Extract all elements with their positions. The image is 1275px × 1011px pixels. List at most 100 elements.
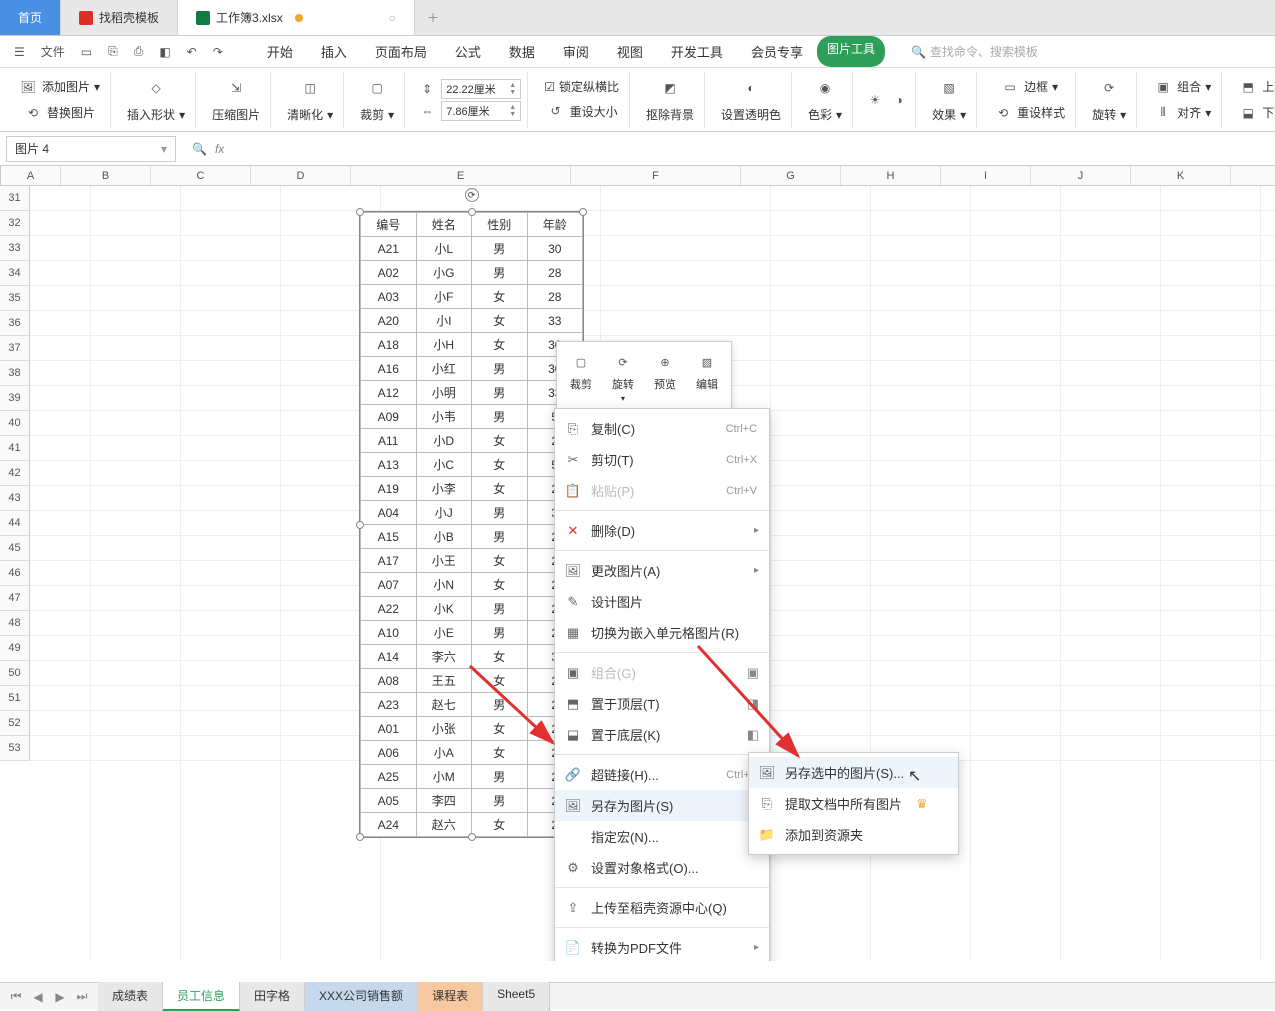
- insert-shape-button[interactable]: 插入形状▾: [123, 104, 189, 125]
- lock-ratio-checkbox[interactable]: ☑锁定纵横比: [540, 76, 623, 97]
- row-header[interactable]: 42: [0, 461, 30, 486]
- print-preview-icon[interactable]: ◧: [153, 41, 176, 63]
- ctx-send-back[interactable]: ⬓置于底层(K)◧: [555, 719, 769, 750]
- crop-button[interactable]: 裁剪▾: [356, 104, 398, 125]
- row-header[interactable]: 45: [0, 536, 30, 561]
- mini-preview-button[interactable]: ⊕预览: [645, 346, 685, 407]
- sheet-prev-icon[interactable]: ◀: [28, 987, 48, 1007]
- ctx-format-obj[interactable]: ⚙设置对象格式(O)...: [555, 852, 769, 883]
- height-input[interactable]: 22.22厘米▲▼: [441, 79, 521, 99]
- menu-formula[interactable]: 公式: [441, 36, 495, 67]
- col-header-B[interactable]: B: [61, 166, 151, 185]
- sub-extract-all[interactable]: ⎘提取文档中所有图片♛: [749, 788, 958, 819]
- row-header[interactable]: 48: [0, 611, 30, 636]
- ctx-save-as-pic[interactable]: 🖼另存为图片(S)▸: [555, 790, 769, 821]
- col-header-C[interactable]: C: [151, 166, 251, 185]
- sub-save-selected[interactable]: 🖼另存选中的图片(S)...: [749, 757, 958, 788]
- ctx-design-pic[interactable]: ✎设计图片: [555, 586, 769, 617]
- ctx-copy[interactable]: ⎘复制(C)Ctrl+C: [555, 413, 769, 444]
- home-tab[interactable]: 首页: [0, 0, 61, 35]
- ctx-bring-front[interactable]: ⬒置于顶层(T)◨: [555, 688, 769, 719]
- resize-handle[interactable]: [356, 208, 364, 216]
- row-header[interactable]: 39: [0, 386, 30, 411]
- sheet-tab[interactable]: 成绩表: [98, 982, 163, 1011]
- sheet-tab[interactable]: 课程表: [418, 982, 483, 1011]
- embedded-picture[interactable]: ⟳ 编号姓名性别年龄A21小L男30A02小G男28A03小F女28A20小I女…: [359, 211, 584, 838]
- sheet-last-icon[interactable]: ⏭: [72, 987, 92, 1007]
- row-header[interactable]: 44: [0, 511, 30, 536]
- ctx-change-pic[interactable]: 🖼更改图片(A)▸: [555, 555, 769, 586]
- mini-crop-button[interactable]: ▢裁剪: [561, 346, 601, 407]
- col-header-G[interactable]: G: [741, 166, 841, 185]
- col-header-I[interactable]: I: [941, 166, 1031, 185]
- ctx-assign-macro[interactable]: 指定宏(N)...: [555, 821, 769, 852]
- command-search[interactable]: 🔍 查找命令、搜索模板: [901, 39, 1048, 64]
- ctx-to-pdf[interactable]: 📄转换为PDF文件▸: [555, 932, 769, 961]
- row-header[interactable]: 40: [0, 411, 30, 436]
- replace-image-button[interactable]: ⟲替换图片: [19, 101, 99, 125]
- col-header-F[interactable]: F: [571, 166, 741, 185]
- resize-handle[interactable]: [468, 833, 476, 841]
- resize-handle[interactable]: [356, 521, 364, 529]
- sheet-first-icon[interactable]: ⏮: [6, 987, 26, 1007]
- spreadsheet-grid[interactable]: 3132333435363738394041424344454647484950…: [0, 186, 1275, 961]
- row-header[interactable]: 53: [0, 736, 30, 761]
- col-header-L[interactable]: L: [1231, 166, 1275, 185]
- bring-forward-button[interactable]: ⬒上移一层▾: [1234, 75, 1275, 99]
- sheet-tab[interactable]: 田字格: [240, 982, 305, 1011]
- resize-handle[interactable]: [468, 208, 476, 216]
- name-box[interactable]: 图片 4 ▾: [6, 136, 176, 162]
- menu-data[interactable]: 数据: [495, 36, 549, 67]
- col-header-E[interactable]: E: [351, 166, 571, 185]
- transparent-button[interactable]: 设置透明色: [717, 104, 785, 125]
- col-header-J[interactable]: J: [1031, 166, 1131, 185]
- col-header-D[interactable]: D: [251, 166, 351, 185]
- mini-rotate-button[interactable]: ⟳旋转▾: [603, 346, 643, 407]
- sheet-next-icon[interactable]: ▶: [50, 987, 70, 1007]
- row-header[interactable]: 49: [0, 636, 30, 661]
- save-icon[interactable]: ▭: [75, 41, 98, 63]
- reset-size-button[interactable]: ↺重设大小: [542, 99, 622, 123]
- width-input[interactable]: 7.86厘米▲▼: [441, 101, 521, 121]
- menu-review[interactable]: 审阅: [549, 36, 603, 67]
- row-header[interactable]: 51: [0, 686, 30, 711]
- menu-picture-tools[interactable]: 图片工具: [817, 36, 885, 67]
- row-header[interactable]: 43: [0, 486, 30, 511]
- mini-edit-button[interactable]: ▨编辑: [687, 346, 727, 407]
- row-header[interactable]: 47: [0, 586, 30, 611]
- sharpen-button[interactable]: 清晰化▾: [283, 104, 337, 125]
- add-image-button[interactable]: 🖼添加图片▾: [14, 75, 104, 99]
- row-header[interactable]: 36: [0, 311, 30, 336]
- group-button[interactable]: ▣组合▾: [1149, 75, 1215, 99]
- align-button[interactable]: ⫴对齐▾: [1149, 101, 1215, 125]
- save-as-icon[interactable]: ⎘: [102, 40, 124, 63]
- row-header[interactable]: 33: [0, 236, 30, 261]
- row-header[interactable]: 38: [0, 361, 30, 386]
- row-header[interactable]: 52: [0, 711, 30, 736]
- menu-member[interactable]: 会员专享: [737, 36, 817, 67]
- menu-view[interactable]: 视图: [603, 36, 657, 67]
- file-menu[interactable]: 文件: [35, 39, 71, 64]
- send-backward-button[interactable]: ⬓下移一层▾: [1234, 101, 1275, 125]
- spinner-icon[interactable]: ▲▼: [509, 82, 516, 96]
- undo-icon[interactable]: ↶: [181, 41, 203, 63]
- row-header[interactable]: 35: [0, 286, 30, 311]
- rotate-button[interactable]: 旋转▾: [1088, 104, 1130, 125]
- spinner-icon[interactable]: ▲▼: [509, 104, 516, 118]
- reset-style-button[interactable]: ⟲重设样式: [989, 101, 1069, 125]
- fx-icon[interactable]: fx: [215, 142, 224, 156]
- resize-handle[interactable]: [579, 208, 587, 216]
- sheet-tab[interactable]: Sheet5: [483, 982, 550, 1011]
- sheet-tab[interactable]: XXX公司销售额: [305, 982, 418, 1011]
- compress-button[interactable]: 压缩图片: [208, 104, 264, 125]
- menu-dev[interactable]: 开发工具: [657, 36, 737, 67]
- add-tab-button[interactable]: ＋: [415, 0, 451, 35]
- border-button[interactable]: ▭边框▾: [996, 75, 1062, 99]
- row-header[interactable]: 32: [0, 211, 30, 236]
- row-header[interactable]: 31: [0, 186, 30, 211]
- row-header[interactable]: 37: [0, 336, 30, 361]
- menu-insert[interactable]: 插入: [307, 36, 361, 67]
- effect-button[interactable]: 效果▾: [928, 104, 970, 125]
- print-icon[interactable]: ⎙: [128, 40, 150, 63]
- rotate-handle-icon[interactable]: ⟳: [465, 188, 479, 202]
